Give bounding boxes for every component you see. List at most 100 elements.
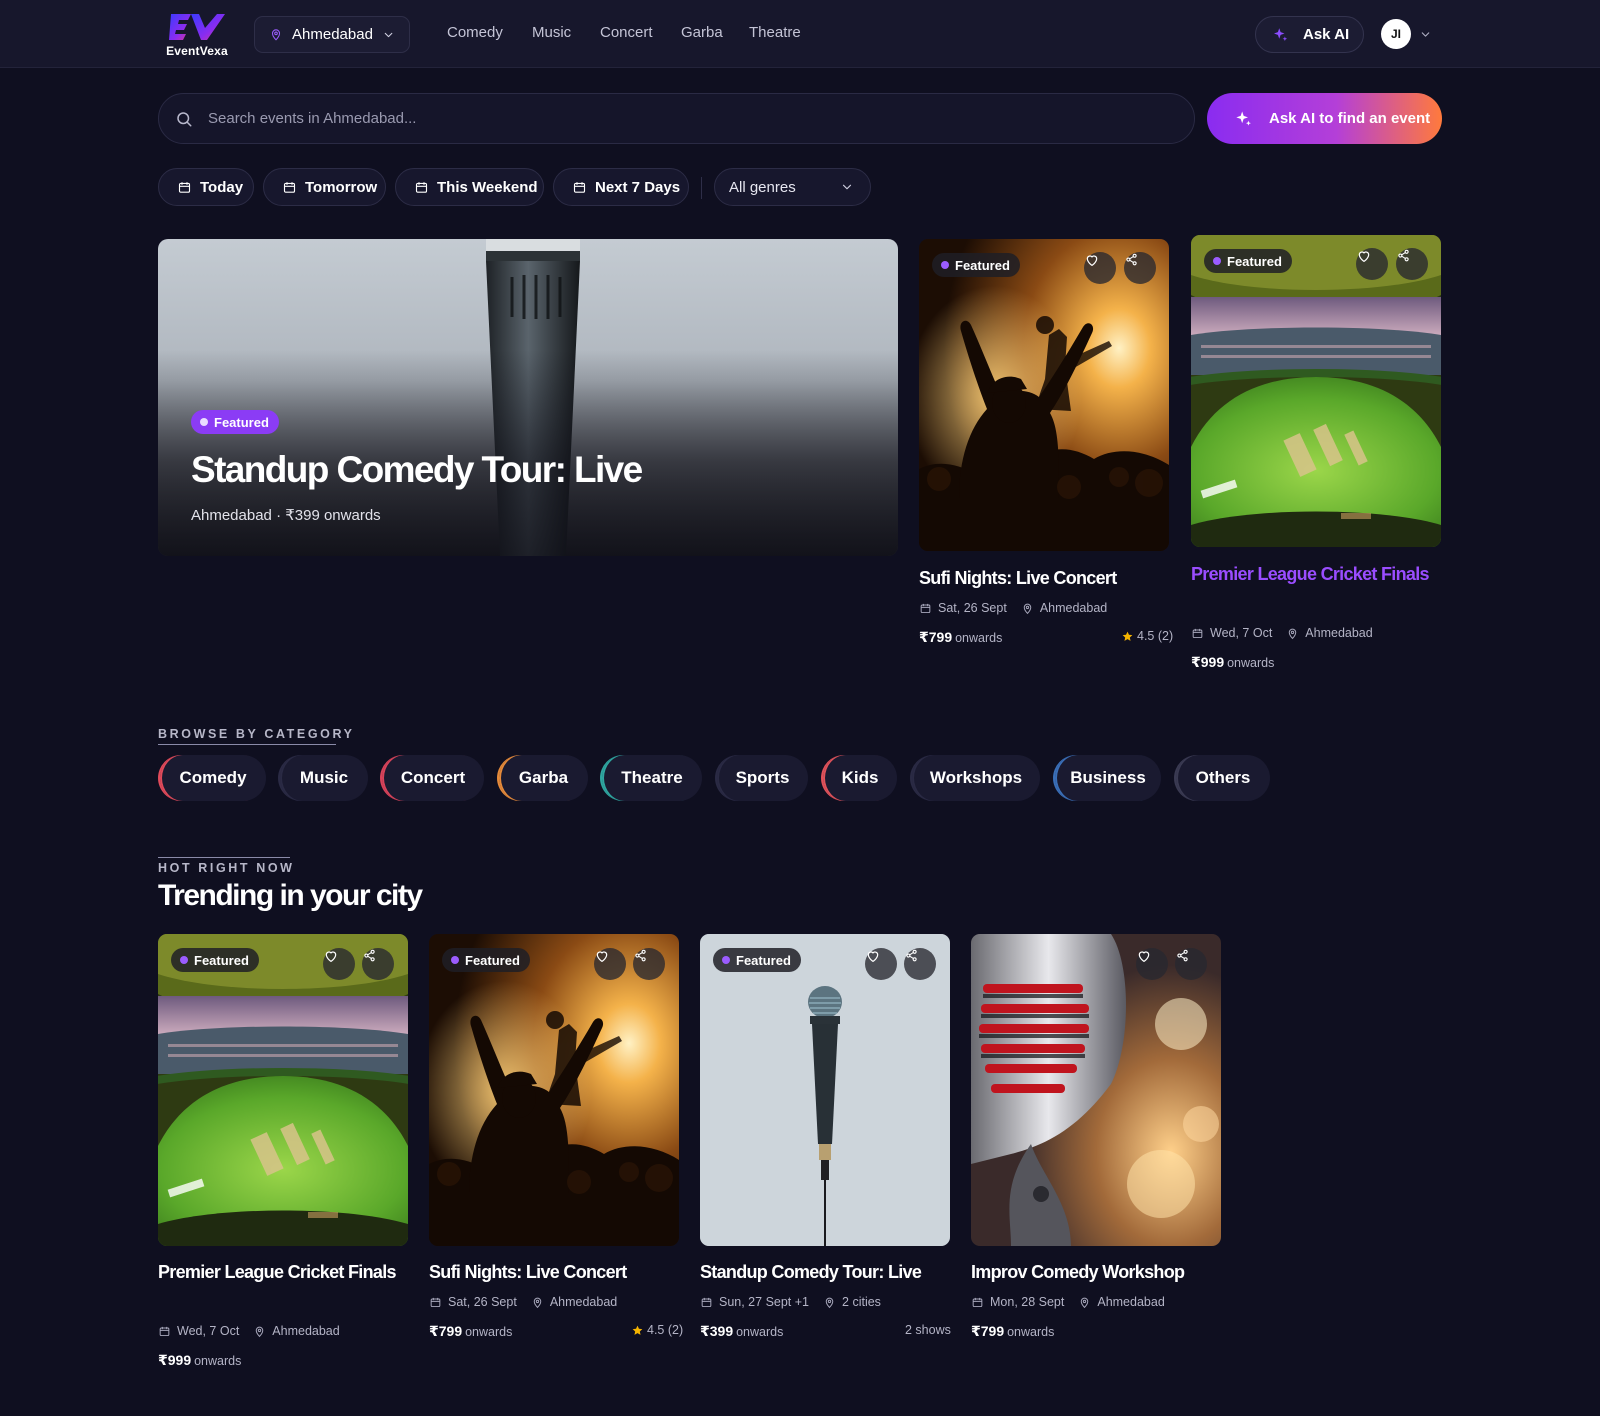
featured-badge-label: Featured [214, 414, 269, 430]
event-card-title[interactable]: Premier League Cricket Finals [158, 1258, 408, 1287]
filter-chip-label: Tomorrow [305, 178, 378, 196]
filter-chip-tomorrow[interactable]: Tomorrow [263, 168, 386, 206]
category-theatre[interactable]: Theatre [600, 755, 702, 801]
ask-ai-button[interactable]: Ask AI [1255, 16, 1364, 53]
share-icon [633, 948, 648, 963]
search-icon [177, 111, 192, 126]
app-logo[interactable]: EventVexa [161, 10, 233, 58]
filter-chip-next-7-days[interactable]: Next 7 Days [553, 168, 689, 206]
category-music[interactable]: Music [278, 755, 368, 801]
event-card-image[interactable]: Featured [700, 934, 950, 1246]
share-button[interactable] [362, 948, 394, 980]
top-navbar: EventVexa Ahmedabad Comedy Music Concert… [0, 0, 1600, 68]
favorite-button[interactable] [865, 948, 897, 980]
genre-select-value: All genres [729, 178, 796, 196]
search-input[interactable] [208, 110, 1108, 127]
nav-link-theatre[interactable]: Theatre [749, 24, 801, 41]
favorite-button[interactable] [594, 948, 626, 980]
event-date: Mon, 28 Sept [990, 1295, 1065, 1309]
event-date: Sat, 26 Sept [938, 601, 1007, 615]
star-icon [1121, 630, 1134, 643]
user-avatar[interactable]: JI [1381, 19, 1411, 49]
hero-featured-event[interactable]: Featured Standup Comedy Tour: Live Ahmed… [158, 239, 898, 556]
event-card-meta: Wed, 7 Oct Ahmedabad [1191, 626, 1373, 640]
location-pin-icon [531, 1296, 544, 1309]
event-card-image[interactable]: Featured [1191, 235, 1441, 547]
calendar-icon [1191, 627, 1204, 640]
nav-link-music[interactable]: Music [532, 24, 571, 41]
event-card-meta: Sat, 26 Sept Ahmedabad [919, 601, 1107, 615]
chevron-down-icon [840, 180, 854, 194]
concert-crowd-image [919, 239, 1169, 551]
event-rating: 4.5 (2) [1121, 629, 1173, 643]
genre-select[interactable]: All genres [714, 168, 871, 206]
chevron-down-icon [382, 28, 395, 42]
share-icon [1396, 248, 1411, 263]
location-pin-icon [253, 1325, 266, 1338]
search-bar[interactable] [158, 93, 1195, 144]
city-selector[interactable]: Ahmedabad [254, 16, 410, 53]
category-kids[interactable]: Kids [821, 755, 897, 801]
hot-right-now-label: HOT RIGHT NOW [158, 861, 295, 875]
share-button[interactable] [1124, 252, 1156, 284]
favorite-button[interactable] [1084, 252, 1116, 284]
nav-link-comedy[interactable]: Comedy [447, 24, 503, 41]
event-location: Ahmedabad [549, 1295, 618, 1309]
favorite-button[interactable] [323, 948, 355, 980]
category-sports[interactable]: Sports [715, 755, 808, 801]
hero-subtitle: Ahmedabad · ₹399 onwards [191, 507, 381, 524]
event-location: Ahmedabad [1305, 626, 1373, 640]
event-price-suffix: onwards [1227, 656, 1275, 670]
filter-chip-today[interactable]: Today [158, 168, 254, 206]
category-comedy[interactable]: Comedy [158, 755, 266, 801]
category-workshops[interactable]: Workshops [910, 755, 1040, 801]
featured-dot-icon [451, 956, 459, 964]
ask-ai-find-event-button[interactable]: Ask AI to find an event [1207, 93, 1442, 144]
nav-link-concert[interactable]: Concert [600, 24, 653, 41]
event-rating: 4.5 (2) [631, 1323, 683, 1337]
share-button[interactable] [904, 948, 936, 980]
event-location: 2 cities [842, 1295, 881, 1309]
microphone-image [700, 934, 950, 1246]
event-card-title[interactable]: Standup Comedy Tour: Live [700, 1258, 950, 1287]
nav-link-garba[interactable]: Garba [681, 24, 723, 41]
event-price-value: ₹999 [1191, 654, 1225, 670]
event-card-image[interactable]: Featured [919, 239, 1169, 551]
favorite-button[interactable] [1356, 248, 1388, 280]
chevron-down-icon[interactable] [1419, 28, 1432, 41]
event-card-image[interactable]: Featured [158, 934, 408, 1246]
featured-badge-label: Featured [194, 952, 249, 968]
event-card-title[interactable]: Sufi Nights: Live Concert [429, 1258, 679, 1287]
hero-title: Standup Comedy Tour: Live [191, 449, 643, 490]
featured-badge-label: Featured [1227, 253, 1282, 269]
event-card-title[interactable]: Premier League Cricket Finals [1191, 560, 1441, 589]
favorite-button[interactable] [1136, 948, 1168, 980]
share-button[interactable] [1175, 948, 1207, 980]
share-icon [1175, 948, 1190, 963]
filter-chip-this-weekend[interactable]: This Weekend [395, 168, 544, 206]
featured-dot-icon [200, 418, 208, 426]
featured-dot-icon [941, 261, 949, 269]
featured-badge: Featured [932, 253, 1020, 277]
cricket-stadium-image [1191, 235, 1441, 547]
event-price-value: ₹799 [919, 629, 953, 645]
logo-text: EventVexa [166, 44, 228, 58]
featured-badge: Featured [171, 948, 259, 972]
event-price-value: ₹799 [971, 1323, 1005, 1339]
event-price-suffix: onwards [736, 1325, 784, 1339]
share-button[interactable] [633, 948, 665, 980]
category-others[interactable]: Others [1174, 755, 1270, 801]
category-garba[interactable]: Garba [497, 755, 588, 801]
share-icon [1124, 252, 1139, 267]
location-pin-icon [1021, 602, 1034, 615]
event-card-title[interactable]: Sufi Nights: Live Concert [919, 564, 1169, 593]
event-price-value: ₹399 [700, 1323, 734, 1339]
location-pin-icon [269, 27, 283, 42]
event-card-image[interactable]: Featured [429, 934, 679, 1246]
share-button[interactable] [1396, 248, 1428, 280]
event-card-image[interactable] [971, 934, 1221, 1246]
event-card-title[interactable]: Improv Comedy Workshop [971, 1258, 1221, 1287]
category-concert[interactable]: Concert [380, 755, 484, 801]
category-business[interactable]: Business [1053, 755, 1161, 801]
event-show-count: 2 shows [905, 1323, 951, 1337]
